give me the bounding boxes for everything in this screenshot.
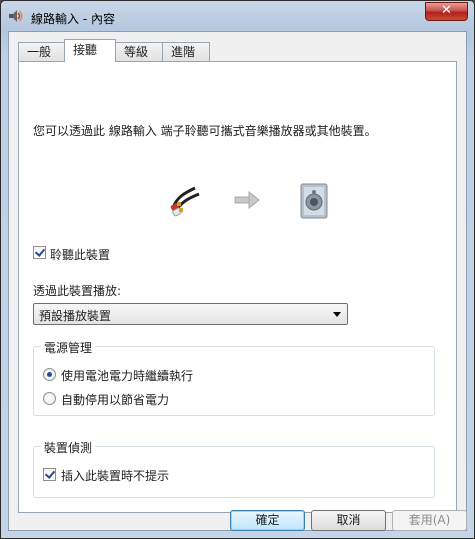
tab-general[interactable]: 一般 xyxy=(18,42,65,61)
radio-auto-disable[interactable] xyxy=(43,392,56,405)
device-detection-group: 裝置偵測 插入此裝置時不提示 xyxy=(33,439,435,498)
power-management-title: 電源管理 xyxy=(41,339,96,356)
listen-device-label: 聆聽此裝置 xyxy=(50,248,111,262)
audio-cable-icon xyxy=(169,182,205,221)
tab-levels[interactable]: 等級 xyxy=(115,42,163,61)
power-management-group: 電源管理 使用電池電力時繼續執行 自動停用以節省電力 xyxy=(33,339,435,416)
no-prompt-label: 插入此裝置時不提示 xyxy=(61,469,170,483)
dialog-client: 一般 接聽 等級 進階 您可以透過此 線路輸入 端子聆聽可攜式音樂播放器或其他裝… xyxy=(8,31,467,531)
cancel-button[interactable]: 取消 xyxy=(311,510,386,531)
playback-device-value: 預設播放裝置 xyxy=(39,309,112,323)
tab-advanced[interactable]: 進階 xyxy=(162,42,210,61)
window-title: 線路輸入 - 內容 xyxy=(31,12,115,26)
radio-continue-on-battery[interactable] xyxy=(43,368,56,381)
playback-device-select[interactable]: 預設播放裝置 xyxy=(33,303,348,325)
close-button[interactable]: ✕ xyxy=(425,2,468,21)
radio-auto-disable-label: 自動停用以節省電力 xyxy=(61,393,170,407)
chevron-down-icon xyxy=(333,312,341,317)
speaker-device-icon xyxy=(297,182,331,223)
listen-description: 您可以透過此 線路輸入 端子聆聽可攜式音樂播放器或其他裝置。 xyxy=(33,124,377,138)
tab-page-listen: 您可以透過此 線路輸入 端子聆聽可攜式音樂播放器或其他裝置。 聆聽此裝置 透過此… xyxy=(18,61,457,513)
apply-button[interactable]: 套用(A) xyxy=(392,510,467,531)
arrow-right-icon xyxy=(233,190,261,213)
radio-continue-on-battery-label: 使用電池電力時繼續執行 xyxy=(61,369,194,383)
playback-through-label: 透過此裝置播放: xyxy=(33,284,122,298)
no-prompt-checkbox[interactable] xyxy=(43,468,56,481)
listen-device-checkbox[interactable] xyxy=(33,246,46,259)
title-bar[interactable]: 線路輸入 - 內容 ✕ xyxy=(1,1,474,31)
tab-listen[interactable]: 接聽 xyxy=(64,39,116,62)
ok-button[interactable]: 確定 xyxy=(230,510,305,531)
speaker-volume-icon xyxy=(8,8,24,24)
device-detection-title: 裝置偵測 xyxy=(41,439,96,456)
listen-graphic xyxy=(169,182,349,222)
properties-window: 線路輸入 - 內容 ✕ 一般 接聽 等級 進階 您可以透過此 線路輸入 端子聆聽… xyxy=(0,0,475,539)
